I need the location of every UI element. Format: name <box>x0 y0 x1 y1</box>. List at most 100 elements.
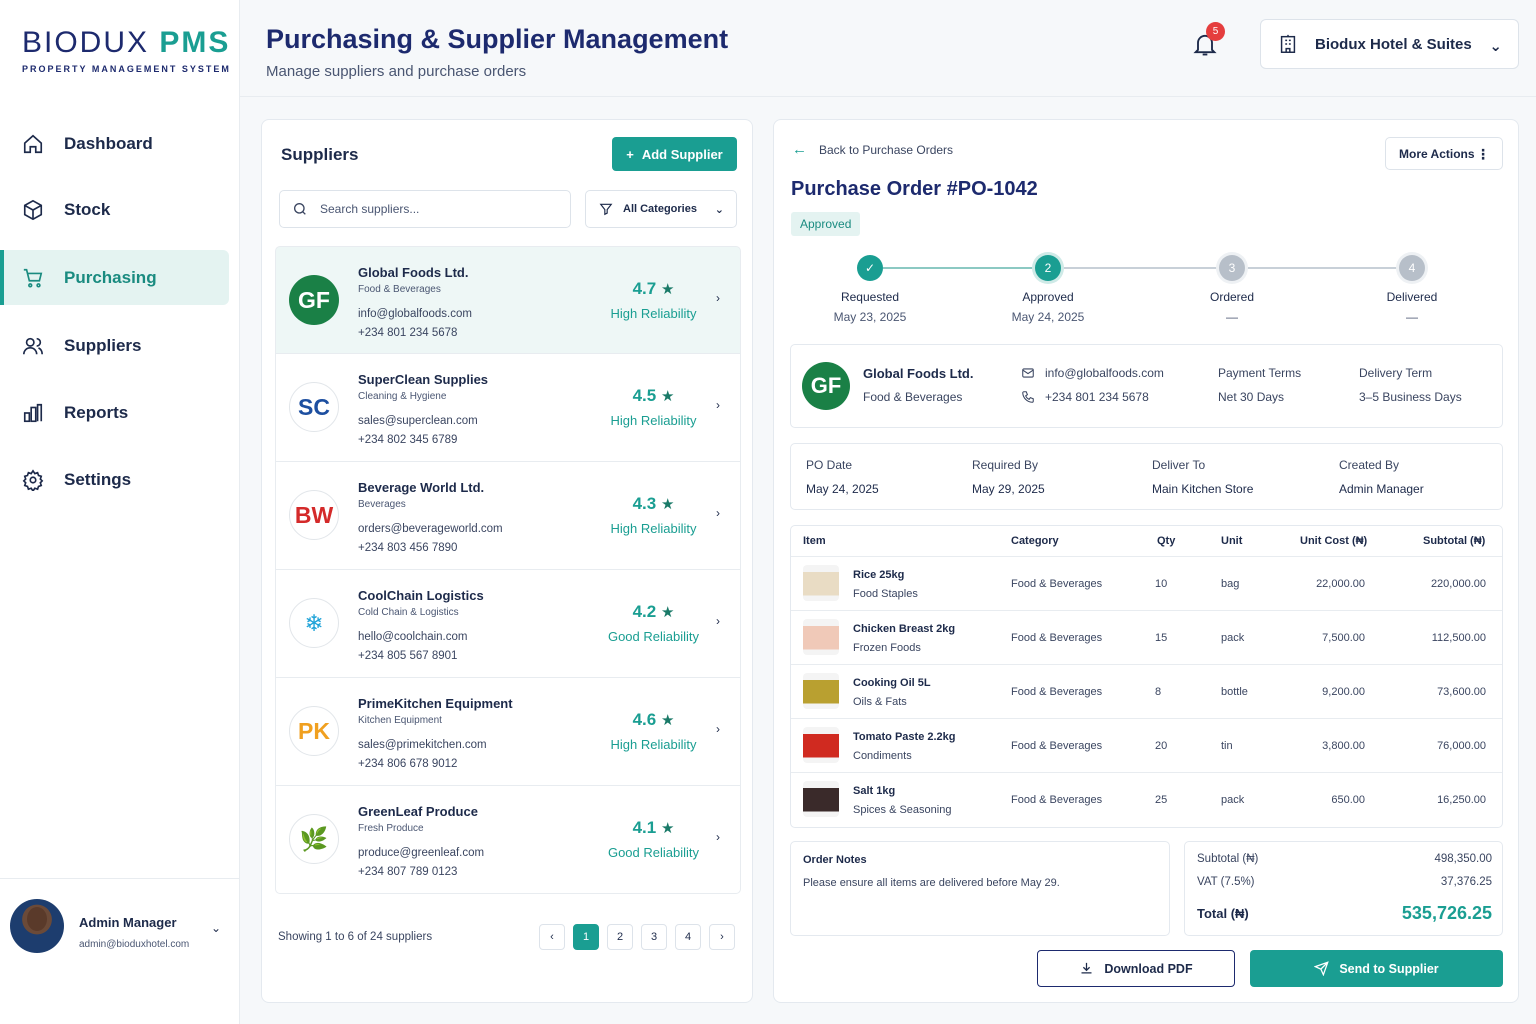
column-header: Subtotal (₦) <box>1423 535 1486 547</box>
sidebar-item-settings[interactable]: Settings <box>0 452 229 507</box>
product-thumbnail <box>803 673 839 709</box>
filter-icon <box>599 203 613 216</box>
supplier-reliability: Good Reliability <box>607 845 700 860</box>
back-to-purchase-orders-link[interactable]: ← Back to Purchase Orders <box>792 141 953 158</box>
table-row[interactable]: Cooking Oil 5L Oils & Fats Food & Bevera… <box>791 665 1502 719</box>
item-unit: tin <box>1221 740 1233 752</box>
sidebar-item-purchasing[interactable]: Purchasing <box>0 250 229 305</box>
more-actions-button[interactable]: More Actions ⋮ <box>1385 137 1503 170</box>
step-date: May 24, 2025 <box>1011 310 1085 324</box>
supplier-category: Beverages <box>358 499 406 510</box>
table-row[interactable]: Salt 1kg Spices & Seasoning Food & Bever… <box>791 773 1502 827</box>
page-subtitle: Manage suppliers and purchase orders <box>266 63 527 80</box>
item-qty: 20 <box>1155 740 1168 752</box>
gear-icon <box>22 468 44 491</box>
sidebar-item-suppliers[interactable]: Suppliers <box>0 318 229 373</box>
vat-label: VAT (7.5%) <box>1197 876 1255 888</box>
step-label: Delivered <box>1386 290 1438 304</box>
item-qty: 15 <box>1155 632 1168 644</box>
chevron-down-icon[interactable]: ⌄ <box>211 921 221 935</box>
po-supplier-email[interactable]: info@globalfoods.com <box>1021 366 1164 380</box>
step-number: 3 <box>1219 255 1245 281</box>
item-qty: 10 <box>1155 578 1168 590</box>
po-supplier-name: Global Foods Ltd. <box>863 366 974 381</box>
supplier-list-item[interactable]: 🌿 GreenLeaf Produce Fresh Produce produc… <box>275 786 741 894</box>
po-supplier-phone[interactable]: +234 801 234 5678 <box>1021 390 1149 404</box>
item-unit: pack <box>1221 794 1245 806</box>
supplier-name: SuperClean Supplies <box>358 372 489 387</box>
building-icon <box>1280 34 1296 53</box>
star-icon: ★ <box>660 820 675 837</box>
sidebar-item-stock[interactable]: Stock <box>0 182 229 237</box>
download-icon <box>1081 962 1092 974</box>
pagination-next-chevron-right-icon[interactable]: › <box>709 924 735 950</box>
sidebar-item-dashboard[interactable]: Dashboard <box>0 116 229 171</box>
page-title: Purchasing & Supplier Management <box>266 24 729 54</box>
supplier-list-item[interactable]: GF Global Foods Ltd. Food & Beverages in… <box>275 246 741 354</box>
search-input[interactable] <box>320 202 560 216</box>
supplier-list-item[interactable]: BW Beverage World Ltd. Beverages orders@… <box>275 462 741 570</box>
product-thumbnail <box>803 619 839 655</box>
category-filter-label: All Categories <box>623 203 697 215</box>
column-header: Item <box>803 535 826 547</box>
pagination-page[interactable]: 4 <box>675 924 701 950</box>
supplier-category: Cold Chain & Logistics <box>358 607 459 618</box>
item-unit: pack <box>1221 632 1245 644</box>
order-notes-title: Order Notes <box>803 854 867 866</box>
supplier-list-item[interactable]: SC SuperClean Supplies Cleaning & Hygien… <box>275 354 741 462</box>
download-label: Download PDF <box>1104 961 1193 976</box>
supplier-reliability: High Reliability <box>610 306 697 321</box>
mail-icon <box>1022 368 1034 378</box>
supplier-rating: 4.5 ★ <box>596 386 711 406</box>
chevron-right-icon: › <box>716 506 720 520</box>
supplier-email: hello@coolchain.com <box>358 631 468 643</box>
hotel-name: Biodux Hotel & Suites <box>1315 35 1472 53</box>
user-menu[interactable]: Admin Manager admin@bioduxhotel.com ⌄ <box>0 878 240 978</box>
item-subcategory: Frozen Foods <box>853 642 921 654</box>
item-unit-cost: 22,000.00 <box>1316 578 1365 590</box>
po-meta-value: Admin Manager <box>1339 482 1424 496</box>
po-meta-label: PO Date <box>806 458 853 472</box>
column-header: Unit <box>1221 535 1243 547</box>
brand-name: BIODUX PMS <box>22 26 231 59</box>
supplier-logo: 🌿 <box>289 814 339 864</box>
category-filter[interactable]: All Categories ⌄ <box>585 190 737 228</box>
send-to-supplier-button[interactable]: Send to Supplier <box>1250 950 1503 987</box>
pagination-page[interactable]: 1 <box>573 924 599 950</box>
sidebar-item-label: Stock <box>64 199 111 219</box>
download-pdf-button[interactable]: Download PDF <box>1037 950 1235 987</box>
chevron-right-icon: › <box>716 291 720 305</box>
rating-value: 4.5 <box>632 386 657 405</box>
brand-logo[interactable]: BIODUX PMS PROPERTY MANAGEMENT SYSTEM <box>22 26 231 74</box>
table-row[interactable]: Rice 25kg Food Staples Food & Beverages … <box>791 557 1502 611</box>
step-date: — <box>1226 310 1238 324</box>
send-label: Send to Supplier <box>1339 961 1439 976</box>
home-icon <box>23 134 43 153</box>
item-qty: 25 <box>1155 794 1168 806</box>
supplier-name: Beverage World Ltd. <box>358 480 485 495</box>
hotel-selector[interactable]: Biodux Hotel & Suites ⌄ <box>1260 19 1519 69</box>
arrow-left-icon: ← <box>792 141 807 158</box>
supplier-list-item[interactable]: PK PrimeKitchen Equipment Kitchen Equipm… <box>275 678 741 786</box>
pagination-page[interactable]: 3 <box>641 924 667 950</box>
item-unit-cost: 650.00 <box>1331 794 1365 806</box>
supplier-list-item[interactable]: ❄ CoolChain Logistics Cold Chain & Logis… <box>275 570 741 678</box>
po-supplier-card: GF Global Foods Ltd. Food & Beverages in… <box>790 344 1503 428</box>
table-row[interactable]: Chicken Breast 2kg Frozen Foods Food & B… <box>791 611 1502 665</box>
supplier-phone: +234 803 456 7890 <box>358 542 458 554</box>
box-icon <box>23 199 43 220</box>
pagination-page[interactable]: 2 <box>607 924 633 950</box>
step-connector <box>883 267 1035 269</box>
supplier-search[interactable] <box>279 190 571 228</box>
table-row[interactable]: Tomato Paste 2.2kg Condiments Food & Bev… <box>791 719 1502 773</box>
item-unit: bag <box>1221 578 1240 590</box>
pagination-prev-chevron-left-icon[interactable]: ‹ <box>539 924 565 950</box>
supplier-category: Food & Beverages <box>358 284 441 295</box>
bar-chart-icon <box>23 403 43 422</box>
add-supplier-button[interactable]: + Add Supplier <box>612 137 737 171</box>
sidebar-item-reports[interactable]: Reports <box>0 385 229 440</box>
column-header: Qty <box>1157 535 1176 547</box>
users-icon <box>23 337 43 354</box>
user-name: Admin Manager <box>79 915 177 930</box>
item-subcategory: Food Staples <box>853 588 918 600</box>
